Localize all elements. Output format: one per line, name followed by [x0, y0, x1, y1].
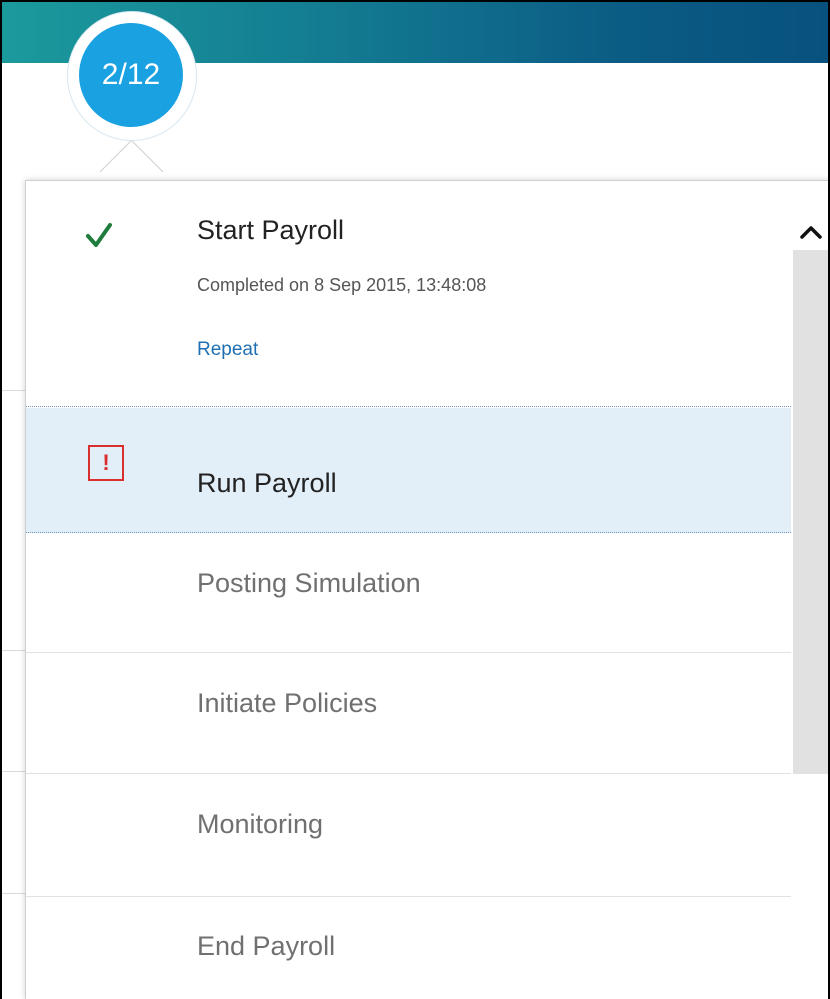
- step-title: Posting Simulation: [197, 568, 421, 598]
- step-item-initiate-policies[interactable]: Initiate Policies: [26, 654, 791, 774]
- scrollbar-thumb[interactable]: [793, 250, 829, 774]
- step-item-run-payroll[interactable]: Run Payroll: [26, 408, 791, 533]
- scrollbar[interactable]: [791, 181, 830, 999]
- step-completed-timestamp: Completed on 8 Sep 2015, 13:48:08: [197, 275, 487, 295]
- step-title: End Payroll: [197, 931, 336, 961]
- repeat-link[interactable]: Repeat: [197, 339, 258, 361]
- step-title: Start Payroll: [197, 215, 345, 245]
- error-icon: !: [88, 445, 124, 481]
- steps-list: Start Payroll Completed on 8 Sep 2015, 1…: [26, 181, 791, 999]
- background-divider: [2, 771, 26, 772]
- step-item-monitoring[interactable]: Monitoring: [26, 775, 791, 897]
- steps-popover: Start Payroll Completed on 8 Sep 2015, 1…: [25, 180, 830, 999]
- step-counter-badge[interactable]: 2/12: [79, 23, 183, 127]
- background-divider: [2, 650, 26, 651]
- background-divider: [2, 390, 26, 391]
- step-item-end-payroll[interactable]: End Payroll: [26, 898, 791, 999]
- chevron-up-icon[interactable]: [797, 219, 825, 247]
- step-title: Monitoring: [197, 809, 324, 839]
- background-divider: [2, 893, 26, 894]
- check-icon: [86, 223, 112, 247]
- step-title: Run Payroll: [197, 468, 337, 498]
- step-item-posting-simulation[interactable]: Posting Simulation: [26, 534, 791, 653]
- step-item-start-payroll[interactable]: Start Payroll Completed on 8 Sep 2015, 1…: [26, 181, 791, 407]
- step-title: Initiate Policies: [197, 688, 378, 718]
